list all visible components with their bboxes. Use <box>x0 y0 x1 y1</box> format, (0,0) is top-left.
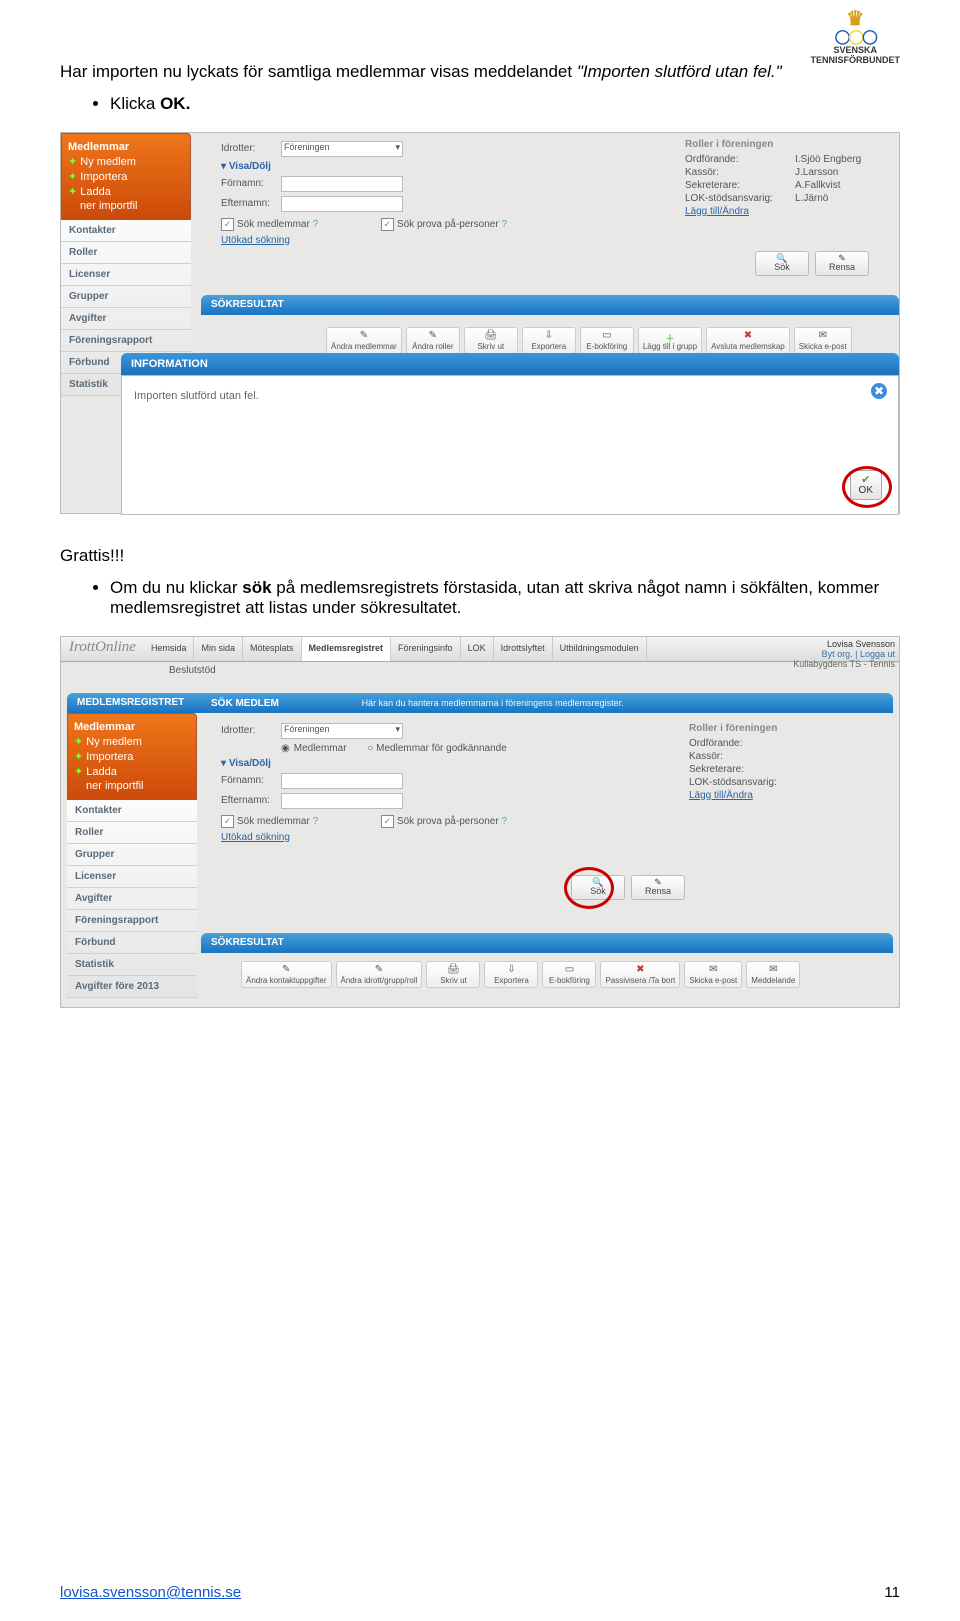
brush-icon: ✎ <box>838 253 846 264</box>
tennis-logo: ♛ ◯◯◯ SVENSKA TENNISFÖRBUNDET <box>811 10 901 65</box>
idrotter-select[interactable]: Föreningen <box>281 723 403 739</box>
sok-medlemmar-check[interactable]: ✓ <box>221 815 234 828</box>
lagg-till-link[interactable]: Lägg till/Ändra <box>689 790 869 801</box>
sidebar-orange: Medlemmar ✦ Ny medlem ✦ Importera ✦ Ladd… <box>61 133 191 220</box>
hdr-left: MEDLEMSREGISTRET <box>67 693 213 713</box>
sidebar-item[interactable]: Statistik <box>67 954 197 976</box>
sidebar-item[interactable]: Grupper <box>61 286 191 308</box>
rings-icon: ◯◯◯ <box>811 28 901 45</box>
intro-paragraph: Har importen nu lyckats för samtliga med… <box>60 60 900 84</box>
tb-medd[interactable]: ✉Meddelande <box>746 961 800 988</box>
user-links[interactable]: Byt org. | Logga ut <box>793 649 895 659</box>
efternamn-input[interactable] <box>281 793 403 809</box>
red-highlight <box>842 466 892 508</box>
crown-icon: ♛ <box>811 10 901 28</box>
sidebar-item[interactable]: ✦ Ladda <box>74 764 190 779</box>
sokresultat-header: SÖKRESULTAT <box>201 295 899 315</box>
search-icon: 🔍 <box>776 253 787 264</box>
tb-avsluta[interactable]: ✖Avsluta medlemskap <box>706 327 790 354</box>
fornamn-input[interactable] <box>281 176 403 192</box>
information-bar: INFORMATION <box>121 353 899 375</box>
sok-medlemmar-check[interactable]: ✓ <box>221 218 234 231</box>
sidebar-item[interactable]: Grupper <box>67 844 197 866</box>
tab-active[interactable]: Medlemsregistret <box>302 637 392 661</box>
utokad-link[interactable]: Utökad sökning <box>221 235 507 246</box>
tb-ebok[interactable]: ▭E-bokföring <box>580 327 634 354</box>
tb-export[interactable]: ⇩Exportera <box>522 327 576 354</box>
sidebar-grey: Kontakter Roller Grupper Licenser Avgift… <box>67 800 197 998</box>
close-icon[interactable]: ✖ <box>870 382 888 400</box>
tb-idrott[interactable]: ✎Ändra idrott/grupp/roll <box>336 961 423 988</box>
page-number: 11 <box>884 1584 900 1601</box>
tb-lagg[interactable]: ＋Lägg till i grupp <box>638 327 702 354</box>
logo-text: SVENSKA TENNISFÖRBUNDET <box>811 45 901 65</box>
fornamn-input[interactable] <box>281 773 403 789</box>
sidebar-item[interactable]: Licenser <box>61 264 191 286</box>
sidebar-item: ner importfil <box>74 779 190 793</box>
rensa-button[interactable]: ✎Rensa <box>631 875 685 900</box>
grattis-text: Grattis!!! <box>60 544 900 568</box>
hdr-mid: SÖK MEDLEM Här kan du hantera medlemmarn… <box>201 693 893 713</box>
screenshot-1: Medlemmar ✦ Ny medlem ✦ Importera ✦ Ladd… <box>60 132 900 514</box>
sidebar-item[interactable]: Licenser <box>67 866 197 888</box>
tb-ebok[interactable]: ▭E-bokföring <box>542 961 596 988</box>
sidebar-item[interactable]: ✦ Ladda <box>68 184 184 199</box>
sidebar-item[interactable]: Kontakter <box>61 220 191 242</box>
tab[interactable]: LOK <box>461 637 494 661</box>
sidebar-item[interactable]: Avgifter före 2013 <box>67 976 197 998</box>
tb-epost[interactable]: ✉Skicka e-post <box>794 327 852 354</box>
tb-skriv[interactable]: 🖨Skriv ut <box>426 961 480 988</box>
utokad-link[interactable]: Utökad sökning <box>221 832 507 843</box>
tb-kontakt[interactable]: ✎Ändra kontaktuppgifter <box>241 961 332 988</box>
sidebar-item[interactable]: Föreningsrapport <box>67 910 197 932</box>
sidebar-item[interactable]: Förbund <box>67 932 197 954</box>
intro-bullet: Klicka OK. <box>110 94 900 114</box>
idrotter-select[interactable]: Föreningen <box>281 141 403 157</box>
sok-prova-check[interactable]: ✓ <box>381 815 394 828</box>
sidebar-item[interactable]: ✦ Importera <box>68 169 184 184</box>
subtab[interactable]: Beslutstöd <box>161 661 224 680</box>
tab[interactable]: Hemsida <box>144 637 195 661</box>
tb-epost[interactable]: ✉Skicka e-post <box>684 961 742 988</box>
sokresultat-header: SÖKRESULTAT <box>201 933 893 953</box>
tb-andra-roller[interactable]: ✎Ändra roller <box>406 327 460 354</box>
red-highlight <box>564 867 614 909</box>
sidebar-orange: Medlemmar ✦ Ny medlem ✦ Importera ✦ Ladd… <box>67 713 197 800</box>
tab[interactable]: Föreningsinfo <box>391 637 461 661</box>
tab[interactable]: Utbildningsmodulen <box>553 637 647 661</box>
tb-export[interactable]: ⇩Exportera <box>484 961 538 988</box>
sidebar-item: ner importfil <box>68 199 184 213</box>
rensa-button[interactable]: ✎Rensa <box>815 251 869 276</box>
sidebar-item[interactable]: Roller <box>67 822 197 844</box>
tab[interactable]: Idrottslyftet <box>494 637 553 661</box>
footer-email[interactable]: lovisa.svensson@tennis.se <box>60 1584 241 1601</box>
sidebar-item[interactable]: Roller <box>61 242 191 264</box>
tb-passiv[interactable]: ✖Passivisera /Ta bort <box>600 961 680 988</box>
tb-skriv[interactable]: 🖨Skriv ut <box>464 327 518 354</box>
tab[interactable]: Mötesplats <box>243 637 302 661</box>
sidebar-item[interactable]: Avgifter <box>67 888 197 910</box>
lagg-till-link[interactable]: Lägg till/Ändra <box>685 206 885 217</box>
sidebar-item[interactable]: Avgifter <box>61 308 191 330</box>
sidebar-item[interactable]: Kontakter <box>67 800 197 822</box>
mid-bullet: Om du nu klickar sök på medlemsregistret… <box>110 578 900 618</box>
efternamn-input[interactable] <box>281 196 403 212</box>
sok-button[interactable]: 🔍Sök <box>755 251 809 276</box>
tab[interactable]: Min sida <box>194 637 243 661</box>
information-box: ✖ Importen slutförd utan fel. ✔OK <box>121 375 899 515</box>
user-info: Lovisa Svensson Byt org. | Logga ut Kull… <box>793 639 895 669</box>
sidebar-item[interactable]: Föreningsrapport <box>61 330 191 352</box>
screenshot-2: IrottOnline Hemsida Min sida Mötesplats … <box>60 636 900 1008</box>
sok-prova-check[interactable]: ✓ <box>381 218 394 231</box>
sidebar-item[interactable]: ✦ Ny medlem <box>68 154 184 169</box>
sidebar-item[interactable]: ✦ Ny medlem <box>74 734 190 749</box>
brand-logo: IrottOnline <box>61 637 144 661</box>
sidebar-item[interactable]: ✦ Importera <box>74 749 190 764</box>
tb-andra-medl[interactable]: ✎Ändra medlemmar <box>326 327 402 354</box>
brush-icon: ✎ <box>654 877 662 888</box>
